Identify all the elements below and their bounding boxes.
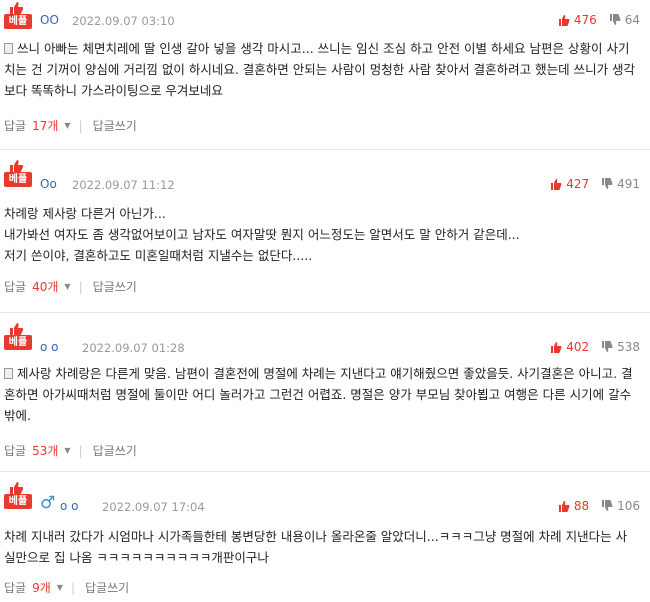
comment-text: 저기 쓴이야, 결혼하고도 미혼일때처럼 지낼수는 없단다..... <box>4 248 313 263</box>
downvote-button[interactable]: 538 <box>601 340 640 354</box>
best-badge: 베플 <box>4 482 34 509</box>
comment-body: 차례 지내러 갔다가 시엄마나 시가족들한테 봉변당한 내용이나 올라온줄 알았… <box>4 526 636 568</box>
upvote-count: 88 <box>573 499 590 513</box>
vote-area: 88 106 <box>558 499 640 513</box>
reply-label[interactable]: 답글 <box>4 278 26 295</box>
divider: | <box>78 118 83 133</box>
comment-text: 차례 지내러 갔다가 시엄마나 시가족들한테 봉변당한 내용이나 올라온줄 알았… <box>4 529 628 565</box>
vote-area: 402 538 <box>550 340 640 354</box>
document-icon <box>4 43 13 54</box>
downvote-count: 64 <box>624 13 640 27</box>
document-icon <box>4 368 13 379</box>
downvote-button[interactable]: 106 <box>601 499 640 513</box>
divider: | <box>78 443 83 458</box>
reply-label[interactable]: 답글 <box>4 117 26 134</box>
comment-text: 차례랑 제사랑 다른거 아닌가... <box>4 206 166 221</box>
write-reply-link[interactable]: 답글쓰기 <box>93 117 137 134</box>
thumbs-up-icon <box>10 160 24 172</box>
thumbs-up-icon <box>558 501 570 512</box>
reply-count[interactable]: 9개 <box>32 579 51 596</box>
thumbs-down-icon <box>609 14 621 25</box>
comment-date: 2022.09.07 03:10 <box>72 14 175 28</box>
comment-body: 쓰니 아빠는 체면치레에 딸 인생 갈아 넣을 생각 마시고... 쓰니는 임신… <box>4 38 636 101</box>
best-label: 베플 <box>4 335 32 350</box>
thumbs-up-icon <box>551 342 562 353</box>
nickname[interactable]: OO <box>40 13 59 27</box>
comment-item: 베플 Oo 2022.09.07 11:12 427 491 차례랑 제사랑 다… <box>0 150 650 313</box>
male-icon: ♂ <box>40 493 56 513</box>
best-badge: 베플 <box>4 2 34 29</box>
vote-area: 476 64 <box>558 13 640 27</box>
comment-footer: 답글 17개 ▼ | 답글쓰기 <box>4 117 137 134</box>
upvote-button[interactable]: 402 <box>550 340 589 354</box>
downvote-button[interactable]: 491 <box>601 177 640 191</box>
thumbs-up-icon <box>10 323 24 335</box>
caret-down-icon[interactable]: ▼ <box>64 282 70 291</box>
caret-down-icon[interactable]: ▼ <box>57 583 63 592</box>
downvote-count: 106 <box>617 499 640 513</box>
downvote-count: 491 <box>617 177 640 191</box>
thumbs-up-icon <box>551 179 562 190</box>
best-badge: 베플 <box>4 323 34 350</box>
comment-text: 쓰니 아빠는 체면치레에 딸 인생 갈아 넣을 생각 마시고... 쓰니는 임신… <box>4 41 636 98</box>
comment-text: 제사랑 차례랑은 다른게 맞음. 남편이 결혼전에 명절에 차례는 지낸다고 얘… <box>4 366 633 423</box>
reply-label[interactable]: 답글 <box>4 442 26 459</box>
comment-item: 베플 OO 2022.09.07 03:10 476 64 쓰니 아빠는 체면치… <box>0 0 650 150</box>
upvote-count: 402 <box>566 340 590 354</box>
comment-item: 베플 o o 2022.09.07 01:28 402 538 제사랑 차례랑은… <box>0 313 650 472</box>
best-badge: 베플 <box>4 160 34 187</box>
thumbs-up-icon <box>10 2 24 14</box>
best-label: 베플 <box>4 172 32 187</box>
thumbs-down-icon <box>602 500 613 511</box>
write-reply-link[interactable]: 답글쓰기 <box>93 278 137 295</box>
divider: | <box>70 580 75 595</box>
best-label: 베플 <box>4 14 32 29</box>
reply-label[interactable]: 답글 <box>4 579 26 596</box>
write-reply-link[interactable]: 답글쓰기 <box>85 579 129 596</box>
comment-date: 2022.09.07 17:04 <box>102 500 205 514</box>
comment-body: 제사랑 차례랑은 다른게 맞음. 남편이 결혼전에 명절에 차례는 지낸다고 얘… <box>4 363 636 426</box>
write-reply-link[interactable]: 답글쓰기 <box>93 442 137 459</box>
thumbs-up-icon <box>10 482 24 494</box>
upvote-button[interactable]: 88 <box>558 499 589 513</box>
thumbs-up-icon <box>558 15 570 26</box>
downvote-button[interactable]: 64 <box>609 13 640 27</box>
downvote-count: 538 <box>617 340 640 354</box>
reply-count[interactable]: 17개 <box>32 117 58 134</box>
comment-text: 내가봐선 여자도 좀 생각없어보이고 남자도 여자말땃 뭔지 어느정도는 알면서… <box>4 227 520 242</box>
comment-item: 베플 ♂ o o 2022.09.07 17:04 88 106 차례 지내러 … <box>0 472 650 602</box>
upvote-count: 476 <box>573 13 597 27</box>
caret-down-icon[interactable]: ▼ <box>64 446 70 455</box>
nickname[interactable]: o o <box>40 340 59 354</box>
comment-date: 2022.09.07 01:28 <box>82 341 185 355</box>
thumbs-down-icon <box>602 341 613 352</box>
upvote-button[interactable]: 427 <box>550 177 589 191</box>
vote-area: 427 491 <box>550 177 640 191</box>
comment-footer: 답글 9개 ▼ | 답글쓰기 <box>4 579 129 596</box>
nickname[interactable]: Oo <box>40 177 57 191</box>
comment-footer: 답글 40개 ▼ | 답글쓰기 <box>4 278 137 295</box>
reply-count[interactable]: 53개 <box>32 442 58 459</box>
upvote-count: 427 <box>566 177 590 191</box>
comment-body: 차례랑 제사랑 다른거 아닌가... 내가봐선 여자도 좀 생각없어보이고 남자… <box>4 203 636 266</box>
comment-date: 2022.09.07 11:12 <box>72 178 175 192</box>
nickname[interactable]: o o <box>60 499 79 513</box>
comment-footer: 답글 53개 ▼ | 답글쓰기 <box>4 442 137 459</box>
reply-count[interactable]: 40개 <box>32 278 58 295</box>
caret-down-icon[interactable]: ▼ <box>64 121 70 130</box>
divider: | <box>78 279 83 294</box>
thumbs-down-icon <box>602 178 613 189</box>
best-label: 베플 <box>4 494 32 509</box>
upvote-button[interactable]: 476 <box>558 13 597 27</box>
